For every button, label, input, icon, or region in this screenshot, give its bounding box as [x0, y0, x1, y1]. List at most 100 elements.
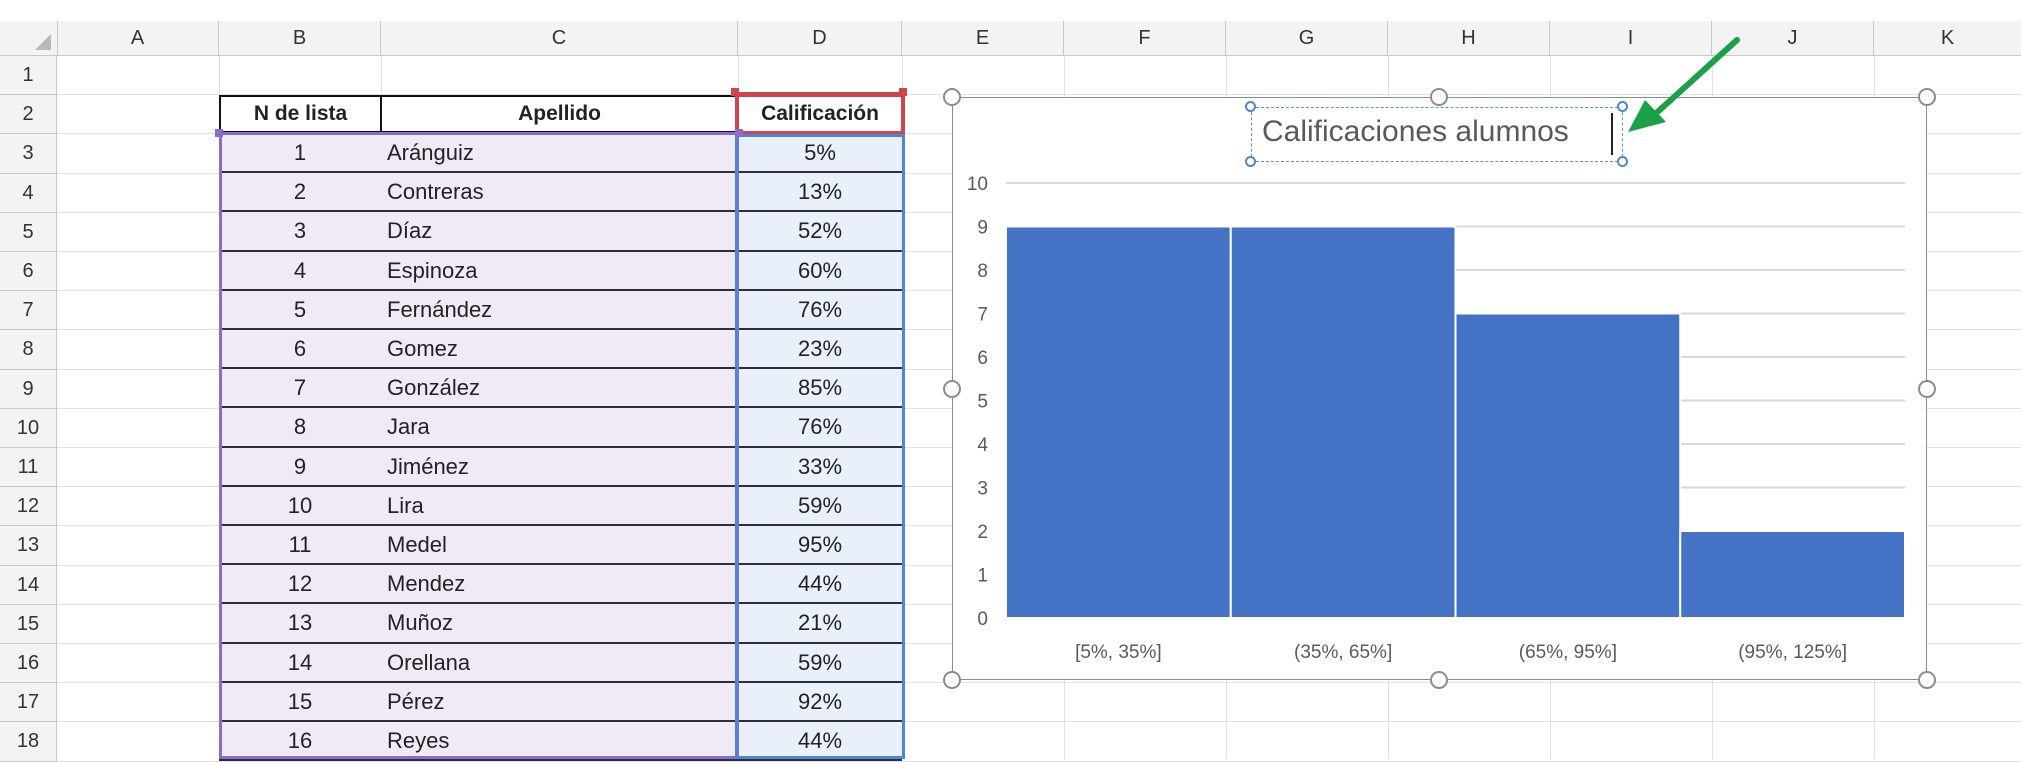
table-row-border [219, 759, 902, 762]
cell-apellido[interactable]: Aránguiz [381, 134, 738, 174]
header-cell-apellido[interactable]: Apellido [380, 95, 739, 133]
column-header-c[interactable]: C [381, 21, 738, 55]
cell-calificacion[interactable]: 13% [738, 173, 902, 213]
chart-resize-handle[interactable] [943, 380, 961, 398]
row-header-6[interactable]: 6 [0, 252, 57, 292]
cell-n-de-lista[interactable]: 6 [219, 330, 381, 370]
cell-calificacion[interactable]: 44% [738, 722, 902, 762]
cell-apellido[interactable]: Lira [381, 486, 738, 526]
row-header-10[interactable]: 10 [0, 408, 57, 448]
cell-n-de-lista[interactable]: 4 [219, 251, 381, 291]
cell-calificacion[interactable]: 85% [738, 369, 902, 409]
cell-calificacion[interactable]: 76% [738, 408, 902, 448]
column-header-a[interactable]: A [57, 21, 219, 55]
title-resize-handle[interactable] [1617, 156, 1628, 167]
row-header-2[interactable]: 2 [0, 95, 57, 135]
row-header-13[interactable]: 13 [0, 526, 57, 566]
cell-calificacion[interactable]: 52% [738, 212, 902, 252]
chart-title[interactable]: Calificaciones alumnos [1262, 115, 1569, 149]
cell-n-de-lista[interactable]: 15 [219, 682, 381, 722]
cell-apellido[interactable]: Mendez [381, 565, 738, 605]
column-header-j[interactable]: J [1712, 21, 1874, 55]
cell-n-de-lista[interactable]: 9 [219, 447, 381, 487]
row-header-16[interactable]: 16 [0, 644, 57, 684]
cell-calificacion[interactable]: 59% [738, 486, 902, 526]
cell-n-de-lista[interactable]: 7 [219, 369, 381, 409]
cell-n-de-lista[interactable]: 13 [219, 604, 381, 644]
cell-n-de-lista[interactable]: 2 [219, 173, 381, 213]
chart-resize-handle[interactable] [1918, 671, 1936, 689]
cell-apellido[interactable]: Díaz [381, 212, 738, 252]
cell-apellido[interactable]: Jiménez [381, 447, 738, 487]
select-all-corner[interactable] [0, 21, 58, 55]
cell-calificacion[interactable]: 76% [738, 290, 902, 330]
chart-resize-handle[interactable] [1918, 88, 1936, 106]
cell-apellido[interactable]: Reyes [381, 722, 738, 762]
row-header-12[interactable]: 12 [0, 487, 57, 527]
cell-apellido[interactable]: Orellana [381, 643, 738, 683]
chart-resize-handle[interactable] [1430, 88, 1448, 106]
header-cell-calificacion[interactable]: Calificación [737, 95, 903, 133]
row-header-14[interactable]: 14 [0, 565, 57, 605]
row-header-8[interactable]: 8 [0, 330, 57, 370]
row-header-5[interactable]: 5 [0, 212, 57, 252]
cell-calificacion[interactable]: 59% [738, 643, 902, 683]
row-header-1[interactable]: 1 [0, 56, 57, 96]
histogram-chart[interactable] [952, 97, 1927, 680]
cell-n-de-lista[interactable]: 3 [219, 212, 381, 252]
cell-calificacion[interactable]: 44% [738, 565, 902, 605]
cell-apellido[interactable]: Gomez [381, 330, 738, 370]
chart-resize-handle[interactable] [943, 671, 961, 689]
cell-apellido[interactable]: Fernández [381, 290, 738, 330]
cell-calificacion[interactable]: 33% [738, 447, 902, 487]
row-header-11[interactable]: 11 [0, 448, 57, 488]
chart-resize-handle[interactable] [1918, 380, 1936, 398]
title-resize-handle[interactable] [1617, 101, 1628, 112]
cell-calificacion[interactable]: 92% [738, 682, 902, 722]
cell-calificacion[interactable]: 5% [738, 134, 902, 174]
cell-n-de-lista[interactable]: 5 [219, 290, 381, 330]
row-header-3[interactable]: 3 [0, 134, 57, 174]
cell-n-de-lista[interactable]: 1 [219, 134, 381, 174]
range-resize-handle[interactable] [215, 129, 223, 137]
column-header-f[interactable]: F [1064, 21, 1226, 55]
column-header-i[interactable]: I [1550, 21, 1712, 55]
range-resize-handle[interactable] [899, 88, 907, 96]
cell-apellido[interactable]: Jara [381, 408, 738, 448]
range-resize-handle[interactable] [735, 129, 743, 137]
row-header-9[interactable]: 9 [0, 369, 57, 409]
chart-resize-handle[interactable] [1430, 671, 1448, 689]
cell-apellido[interactable]: González [381, 369, 738, 409]
column-header-g[interactable]: G [1226, 21, 1388, 55]
column-header-d[interactable]: D [738, 21, 902, 55]
row-header-7[interactable]: 7 [0, 291, 57, 331]
title-resize-handle[interactable] [1245, 101, 1256, 112]
title-resize-handle[interactable] [1245, 156, 1256, 167]
cell-apellido[interactable]: Contreras [381, 173, 738, 213]
cell-calificacion[interactable]: 23% [738, 330, 902, 370]
row-header-18[interactable]: 18 [0, 722, 57, 762]
cell-calificacion[interactable]: 95% [738, 526, 902, 566]
column-header-b[interactable]: B [219, 21, 381, 55]
row-header-15[interactable]: 15 [0, 604, 57, 644]
cell-n-de-lista[interactable]: 11 [219, 526, 381, 566]
cell-n-de-lista[interactable]: 10 [219, 486, 381, 526]
cell-calificacion[interactable]: 60% [738, 251, 902, 291]
cell-n-de-lista[interactable]: 12 [219, 565, 381, 605]
cell-apellido[interactable]: Medel [381, 526, 738, 566]
range-resize-handle[interactable] [731, 88, 739, 96]
column-header-e[interactable]: E [902, 21, 1064, 55]
column-header-h[interactable]: H [1388, 21, 1550, 55]
cell-calificacion[interactable]: 21% [738, 604, 902, 644]
cell-n-de-lista[interactable]: 8 [219, 408, 381, 448]
cell-n-de-lista[interactable]: 14 [219, 643, 381, 683]
cell-n-de-lista[interactable]: 16 [219, 722, 381, 762]
column-header-k[interactable]: K [1874, 21, 2021, 55]
row-header-17[interactable]: 17 [0, 683, 57, 723]
cell-apellido[interactable]: Espinoza [381, 251, 738, 291]
row-header-4[interactable]: 4 [0, 173, 57, 213]
chart-resize-handle[interactable] [943, 88, 961, 106]
cell-apellido[interactable]: Muñoz [381, 604, 738, 644]
cell-apellido[interactable]: Pérez [381, 682, 738, 722]
header-cell-n-de-lista[interactable]: N de lista [219, 95, 382, 133]
